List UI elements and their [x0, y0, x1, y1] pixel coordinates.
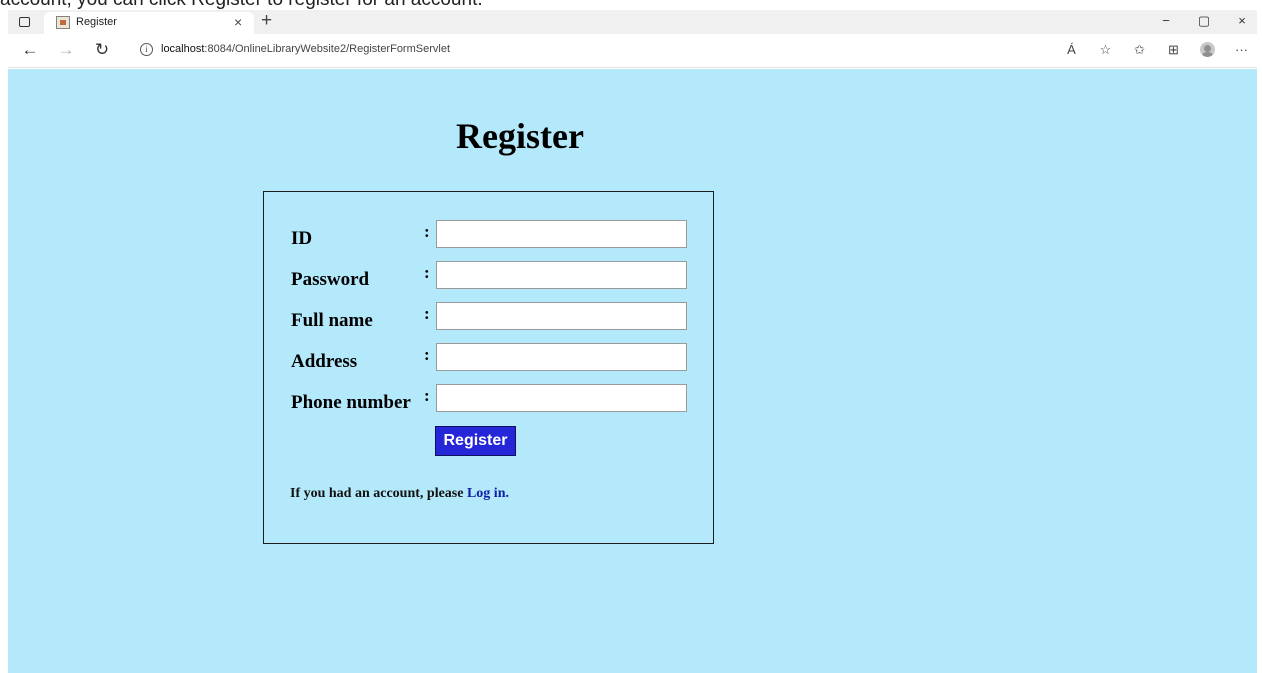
fullname-colon: : — [424, 304, 430, 323]
id-colon: : — [424, 222, 430, 241]
maximize-button[interactable]: ▢ — [1197, 13, 1211, 29]
tab-bar: Register × + − ▢ × — [8, 10, 1257, 34]
address-label: Address — [291, 351, 358, 372]
phone-input[interactable] — [436, 384, 687, 412]
tab-actions-icon[interactable] — [16, 14, 32, 30]
profile-icon[interactable] — [1200, 42, 1215, 57]
close-window-button[interactable]: × — [1235, 13, 1249, 29]
collections-icon[interactable]: ⊞ — [1166, 42, 1181, 57]
tab-register[interactable]: Register × — [44, 12, 254, 34]
url-text[interactable]: localhost:8084/OnlineLibraryWebsite2/Reg… — [161, 43, 450, 55]
register-button[interactable]: Register — [435, 426, 516, 456]
forward-arrow-icon[interactable]: → — [56, 40, 76, 60]
browser-toolbar: Á ☆ ✩ ⊞ ··· — [1064, 42, 1249, 57]
login-prompt-text: If you had an account, please — [290, 486, 467, 501]
new-tab-button[interactable]: + — [261, 10, 272, 32]
more-icon[interactable]: ··· — [1234, 42, 1249, 57]
url-path: :8084/OnlineLibraryWebsite2/RegisterForm… — [204, 43, 450, 55]
phone-colon: : — [424, 386, 430, 405]
favorite-add-icon[interactable]: ☆ — [1098, 42, 1113, 57]
login-prompt: If you had an account, please Log in. — [290, 486, 509, 502]
window-controls: − ▢ × — [1159, 13, 1249, 29]
login-link[interactable]: Log in. — [467, 486, 509, 501]
fullname-label: Full name — [291, 310, 373, 331]
page-favicon-icon — [56, 16, 70, 29]
favorites-icon[interactable]: ✩ — [1132, 42, 1147, 57]
address-bar[interactable]: i localhost:8084/OnlineLibraryWebsite2/R… — [130, 38, 1060, 63]
tab-close-icon[interactable]: × — [234, 14, 242, 30]
phone-label: Phone number — [291, 392, 411, 413]
navigation-bar: ← → ↻ i localhost:8084/OnlineLibraryWebs… — [8, 34, 1257, 68]
page-title: Register — [456, 116, 584, 156]
password-colon: : — [424, 263, 430, 282]
fullname-input[interactable] — [436, 302, 687, 330]
id-input[interactable] — [436, 220, 687, 248]
browser-window: Register × + − ▢ × ← → ↻ i localhost:808… — [8, 10, 1257, 673]
minimize-button[interactable]: − — [1159, 13, 1173, 29]
cropped-text: account, you can click Register to regis… — [0, 0, 483, 10]
password-input[interactable] — [436, 261, 687, 289]
read-aloud-icon[interactable]: Á — [1064, 42, 1079, 57]
back-arrow-icon[interactable]: ← — [20, 40, 40, 60]
address-colon: : — [424, 345, 430, 364]
reload-icon[interactable]: ↻ — [92, 40, 112, 60]
password-label: Password — [291, 269, 370, 290]
url-host: localhost — [161, 43, 205, 55]
address-input[interactable] — [436, 343, 687, 371]
register-form: ID : Password : Full name : Address : Ph… — [263, 191, 714, 544]
page-content: Register ID : Password : Full name : Add… — [8, 69, 1257, 673]
tab-title: Register — [76, 16, 117, 28]
id-label: ID — [291, 228, 313, 249]
cropped-document-text: account, you can click Register to regis… — [0, 0, 1262, 10]
site-info-icon[interactable]: i — [140, 43, 153, 56]
